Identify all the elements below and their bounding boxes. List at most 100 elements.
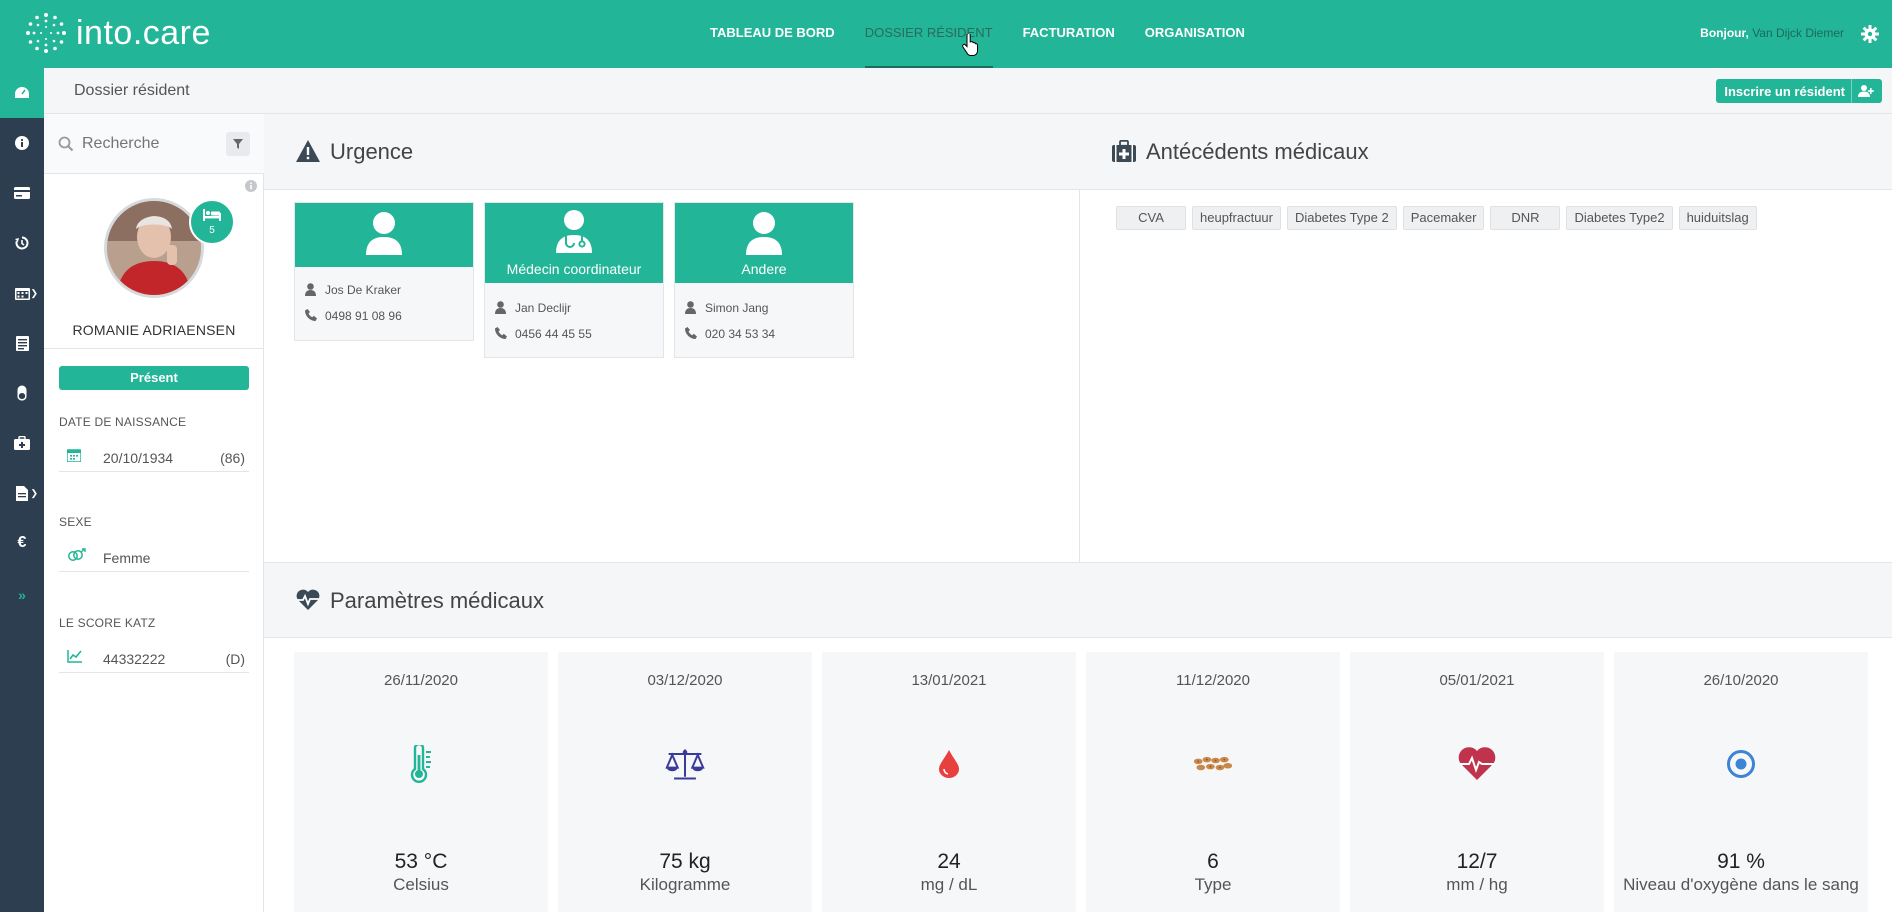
nav-organisation[interactable]: ORGANISATION: [1145, 0, 1245, 68]
contact-phone[interactable]: 0498 91 08 96: [325, 309, 402, 323]
contact-header: Andere: [675, 203, 853, 283]
add-user-icon: [1858, 85, 1874, 97]
contact-name-row: Simon Jang: [675, 295, 853, 321]
contact-name-row: Jan Declijr: [485, 295, 663, 321]
pill-icon: [17, 385, 27, 401]
divider: [44, 348, 264, 349]
vital-card-oxygen[interactable]: 26/10/2020 91 % Niveau d'oxygène dans le…: [1614, 652, 1868, 912]
logo-mark-icon: [26, 13, 66, 53]
document-icon: [16, 485, 28, 501]
user-greeting: Bonjour, Van Dijck Diemer: [1700, 0, 1844, 66]
contact-header: Médecin coordinateur: [485, 203, 663, 283]
vital-card-temperature[interactable]: 26/11/2020 53 °C Celsius: [294, 652, 548, 912]
contact-phone[interactable]: 0456 44 45 55: [515, 327, 592, 341]
vital-date: 26/11/2020: [384, 672, 458, 689]
sidebar-calendar[interactable]: ❯: [0, 268, 44, 318]
antecedent-tag[interactable]: Diabetes Type 2: [1287, 206, 1397, 230]
enroll-resident-button[interactable]: Inscrire un résident: [1716, 79, 1882, 103]
contact-name-row: Jos De Kraker: [295, 277, 473, 303]
birth-date-field: 20/10/1934 (86): [59, 442, 249, 472]
nav-facturation[interactable]: FACTURATION: [1023, 0, 1115, 68]
warning-icon: [296, 140, 320, 162]
dashboard-icon: [15, 87, 29, 98]
sex-value: Femme: [103, 550, 151, 566]
vital-value: 24: [937, 850, 961, 873]
vital-value: 53 °C: [394, 850, 448, 873]
antecedents-header: Antécédents médicaux: [1080, 114, 1892, 190]
vital-date: 03/12/2020: [647, 672, 723, 689]
blood-drop-icon: [939, 750, 959, 778]
contact-phone[interactable]: 020 34 53 34: [705, 327, 775, 341]
sidebar-medical-kit[interactable]: [0, 418, 44, 468]
vital-card-blood-pressure[interactable]: 05/01/2021 12/7 mm / hg: [1350, 652, 1604, 912]
resident-search: [44, 114, 264, 174]
gear-icon[interactable]: [1860, 24, 1880, 44]
emergency-contact-card[interactable]: Médecin coordinateur Jan Declijr 0456 44…: [484, 202, 664, 358]
filter-icon: [233, 139, 243, 149]
heart-pulse-icon-wrap: [1457, 744, 1497, 784]
user-name[interactable]: Van Dijck Diemer: [1752, 26, 1844, 40]
antecedent-tag[interactable]: heupfractuur: [1192, 206, 1281, 230]
calendar-icon: [67, 449, 81, 462]
contact-name: Jan Declijr: [515, 301, 572, 315]
info-icon[interactable]: [245, 180, 257, 192]
urgence-title: Urgence: [330, 139, 414, 164]
sidebar-documents[interactable]: ❯: [0, 468, 44, 518]
vital-card-glucose[interactable]: 13/01/2021 24 mg / dL: [822, 652, 1076, 912]
vital-unit: mg / dL: [920, 875, 978, 894]
greeting-label: Bonjour,: [1700, 26, 1749, 40]
status-badge[interactable]: Présent: [59, 366, 249, 390]
sidebar-dashboard[interactable]: [0, 68, 44, 118]
sidebar-medication[interactable]: [0, 368, 44, 418]
medical-kit-icon: [1112, 140, 1136, 162]
info-icon: [15, 136, 29, 150]
birth-date-value: 20/10/1934: [103, 450, 174, 466]
bed-icon: [203, 209, 221, 221]
button-divider: [1851, 79, 1852, 103]
vital-card-weight[interactable]: 03/12/2020 75 kg Kilogramme: [558, 652, 812, 912]
sidebar-card[interactable]: [0, 168, 44, 218]
antecedent-tag[interactable]: DNR: [1490, 206, 1561, 230]
contact-name: Simon Jang: [705, 301, 769, 315]
sidebar-expand[interactable]: »: [0, 570, 44, 620]
sidebar-info[interactable]: [0, 118, 44, 168]
vital-unit: Kilogramme: [639, 875, 731, 894]
emergency-contact-card[interactable]: Jos De Kraker 0498 91 08 96: [294, 202, 474, 341]
sidebar-billing[interactable]: €: [0, 518, 44, 568]
nav-tableau-de-bord[interactable]: TABLEAU DE BORD: [710, 0, 835, 68]
vital-date: 11/12/2020: [1176, 672, 1250, 689]
user-icon: [746, 212, 782, 255]
emergency-contact-card[interactable]: Andere Simon Jang 020 34 53 34: [674, 202, 854, 358]
katz-label: LE SCORE KATZ: [59, 616, 156, 630]
stool-icon-wrap: [1193, 744, 1233, 784]
antecedents-title: Antécédents médicaux: [1146, 139, 1369, 164]
antecedent-tag[interactable]: Diabetes Type2: [1566, 206, 1673, 230]
heartbeat-icon: [296, 589, 320, 610]
main-nav: TABLEAU DE BORD DOSSIER RÉSIDENT FACTURA…: [710, 0, 1275, 68]
brand-logo[interactable]: into.care: [24, 8, 211, 58]
vital-unit: Type: [1194, 875, 1232, 894]
antecedent-tag[interactable]: CVA: [1116, 206, 1186, 230]
breadcrumb-bar: Dossier résident Inscrire un résident: [44, 68, 1892, 114]
search-input[interactable]: [82, 132, 222, 156]
avatar[interactable]: [104, 198, 204, 298]
sidebar-list[interactable]: [0, 318, 44, 368]
vital-unit: Niveau d'oxygène dans le sang: [1623, 875, 1859, 894]
sidebar-history[interactable]: [0, 218, 44, 268]
resident-panel: 5 ROMANIE ADRIAENSEN Présent DATE DE NAI…: [44, 114, 264, 912]
pointer-cursor-icon: [962, 34, 978, 56]
urgence-header: Urgence: [264, 114, 1080, 190]
katz-class-value: (D): [225, 651, 245, 667]
sex-field: Femme: [59, 542, 249, 572]
contact-phone-row: 020 34 53 34: [675, 321, 853, 347]
contact-header: [295, 203, 473, 267]
vital-date: 13/01/2021: [911, 672, 987, 689]
antecedent-tag[interactable]: huiduitslag: [1678, 206, 1757, 230]
medical-kit-icon: [14, 436, 30, 450]
stool-icon: [1193, 756, 1233, 771]
vital-card-stool[interactable]: 11/12/2020 6 Type: [1086, 652, 1340, 912]
antecedent-tag[interactable]: Pacemaker: [1402, 206, 1485, 230]
filter-button[interactable]: [226, 132, 250, 156]
vital-unit: mm / hg: [1446, 875, 1508, 894]
gender-icon: [68, 548, 86, 561]
